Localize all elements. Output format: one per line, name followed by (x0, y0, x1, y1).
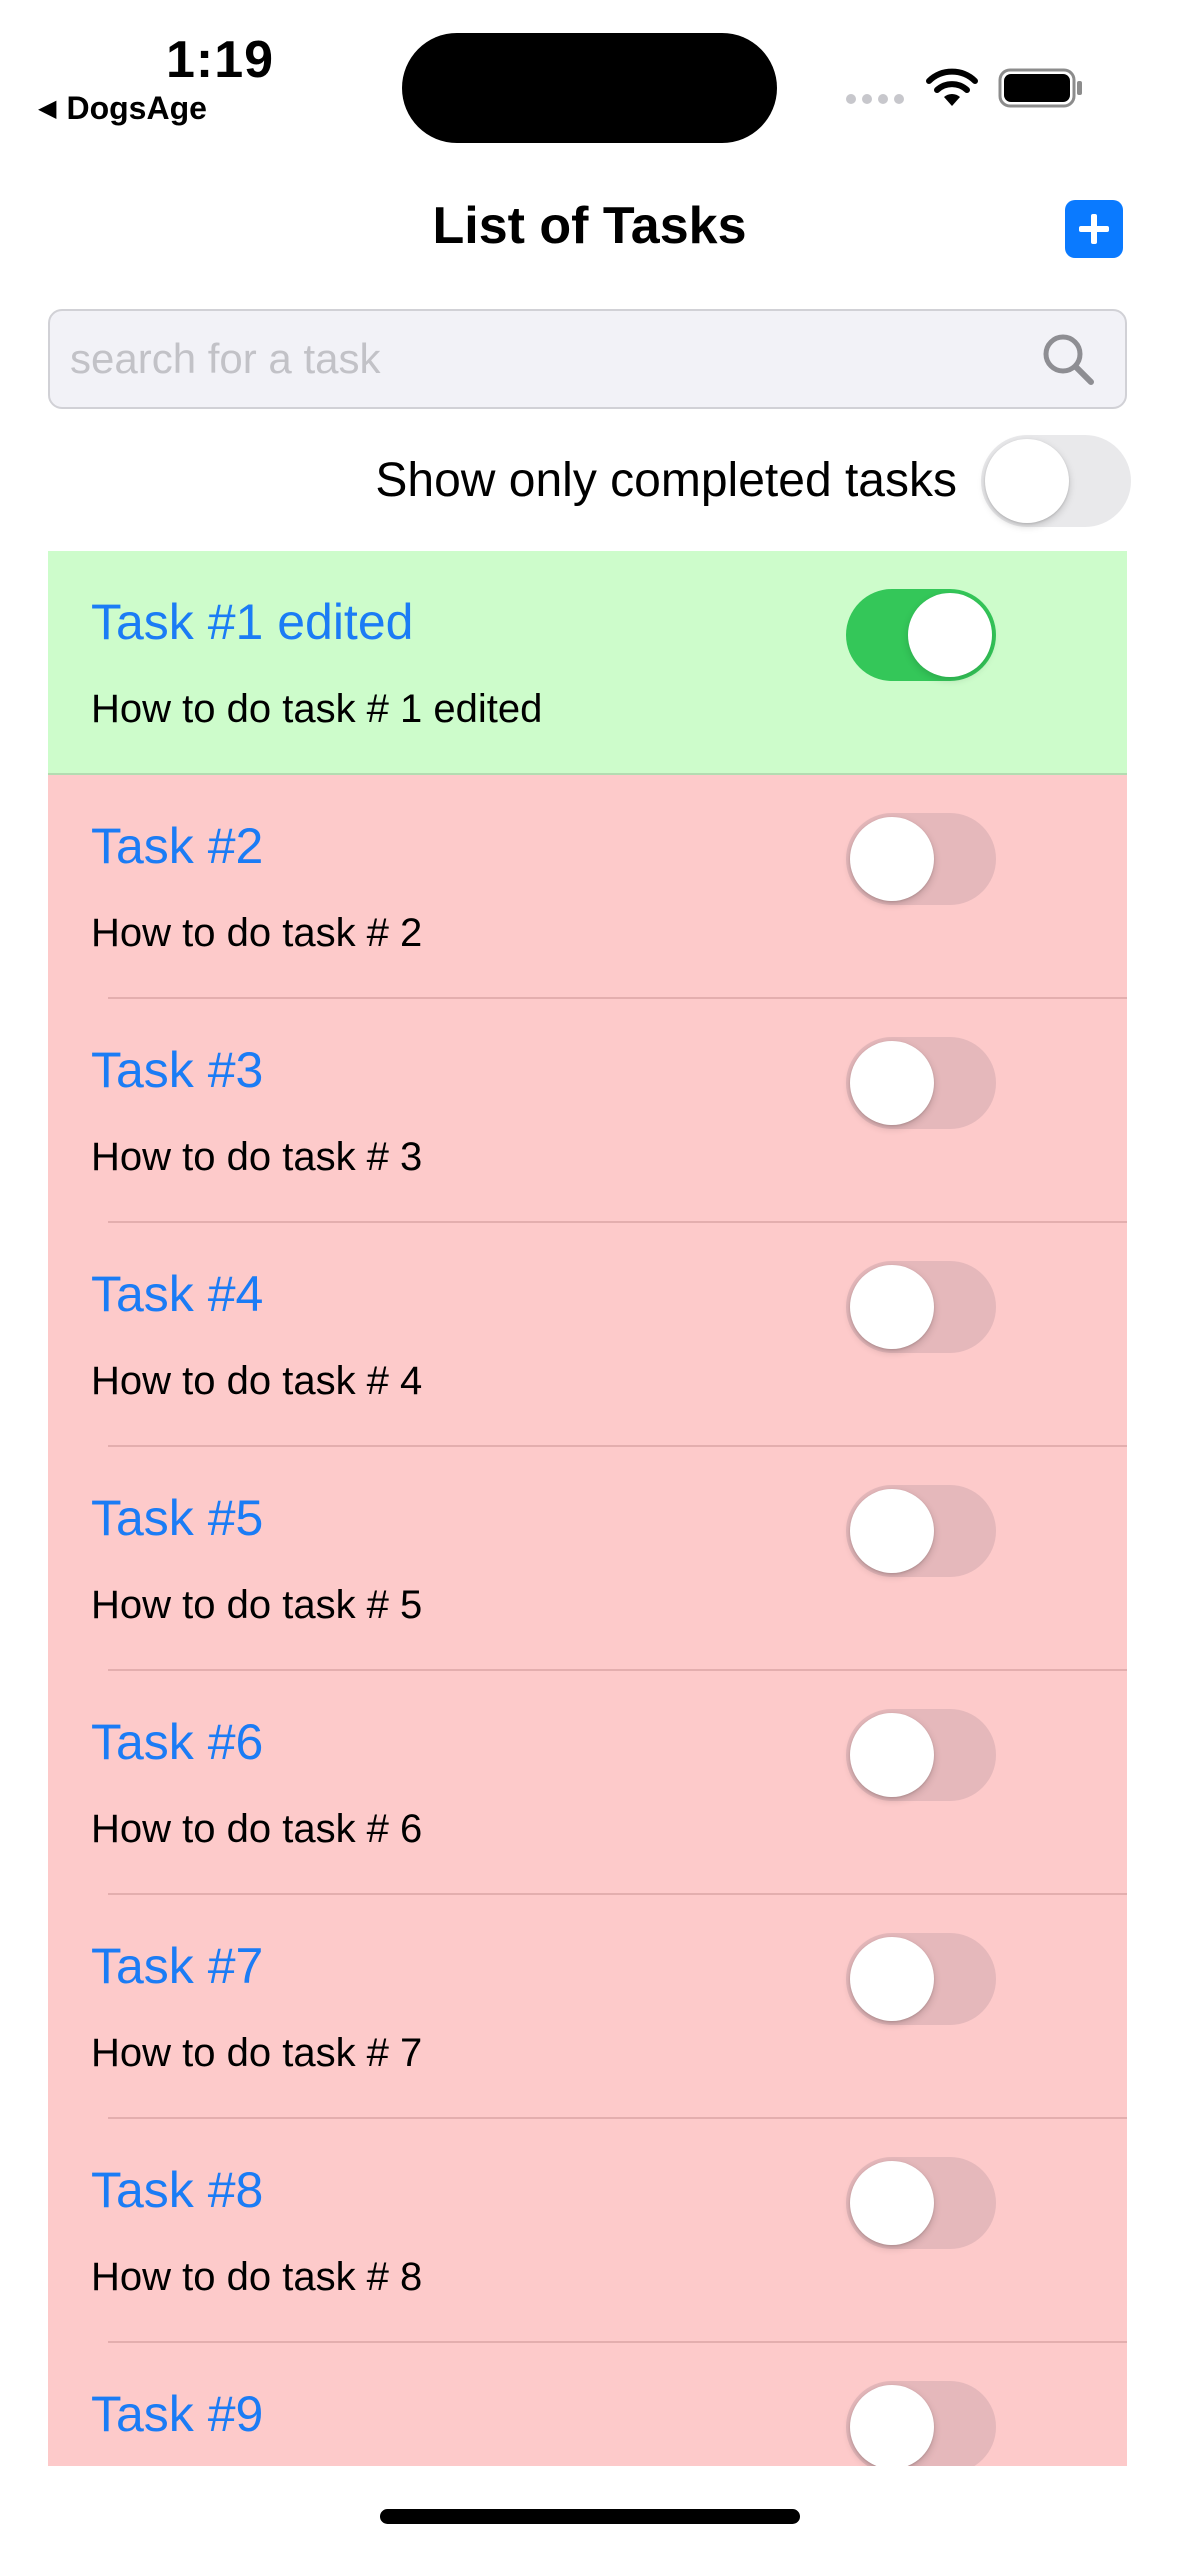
task-row[interactable]: Task #9How to do task # 9 (48, 2343, 1127, 2466)
toggle-knob (908, 593, 992, 677)
task-completed-toggle[interactable] (846, 2157, 996, 2249)
back-to-app-link[interactable]: ◀ DogsAge (38, 90, 207, 127)
home-indicator[interactable] (380, 2509, 800, 2524)
wifi-icon (926, 68, 978, 106)
task-completed-toggle[interactable] (846, 1933, 996, 2025)
task-title[interactable]: Task #1 edited (91, 593, 413, 651)
task-row[interactable]: Task #5 How to do task # 5 (48, 1447, 1127, 1671)
task-description: How to do task # 5 (91, 1583, 423, 1627)
task-title[interactable]: Task #4 (91, 1265, 263, 1323)
dynamic-island (402, 33, 777, 143)
task-completed-toggle[interactable] (846, 1261, 996, 1353)
toggle-knob (850, 1041, 934, 1125)
task-title[interactable]: Task #8 (91, 2161, 263, 2219)
add-task-button[interactable] (1065, 200, 1123, 258)
task-title[interactable]: Task #6 (91, 1713, 263, 1771)
task-list: Task #1 edited How to do task # 1 edited T… (48, 551, 1127, 2466)
search-icon[interactable] (1039, 330, 1097, 388)
task-row[interactable]: Task #7 How to do task # 7 (48, 1895, 1127, 2119)
back-app-label: DogsAge (66, 90, 207, 126)
completed-filter-toggle[interactable] (981, 435, 1131, 527)
battery-icon (998, 68, 1082, 108)
task-description: How to do task # 4 (91, 1359, 423, 1403)
toggle-knob (850, 2385, 934, 2466)
task-completed-toggle[interactable] (846, 589, 996, 681)
toggle-knob (850, 2161, 934, 2245)
toggle-knob (850, 817, 934, 901)
task-description: How to do task # 2 (91, 911, 423, 955)
cellular-signal-icon (846, 94, 904, 104)
search-input[interactable] (50, 310, 1039, 408)
plus-icon (1079, 214, 1109, 244)
task-completed-toggle[interactable] (846, 1709, 996, 1801)
task-row[interactable]: Task #3 How to do task # 3 (48, 999, 1127, 1223)
task-title[interactable]: Task #9 (91, 2385, 263, 2443)
task-row[interactable]: Task #6 How to do task # 6 (48, 1671, 1127, 1895)
task-row[interactable]: Task #4 How to do task # 4 (48, 1223, 1127, 1447)
task-row[interactable]: Task #1 edited How to do task # 1 edited (48, 551, 1127, 775)
task-title[interactable]: Task #5 (91, 1489, 263, 1547)
task-description: How to do task # 6 (91, 1807, 423, 1851)
status-time: 1:19 (166, 31, 275, 89)
task-completed-toggle[interactable] (846, 1037, 996, 1129)
toggle-knob (850, 1265, 934, 1349)
task-completed-toggle[interactable] (846, 1485, 996, 1577)
toggle-knob (850, 1713, 934, 1797)
task-title[interactable]: Task #7 (91, 1937, 263, 1995)
task-completed-toggle[interactable] (846, 813, 996, 905)
task-description: How to do task # 8 (91, 2255, 423, 2299)
task-title[interactable]: Task #2 (91, 817, 263, 875)
page-title: List of Tasks (432, 197, 747, 255)
toggle-knob (985, 439, 1069, 523)
task-description: How to do task # 1 edited (91, 687, 543, 731)
task-row[interactable]: Task #2 How to do task # 2 (48, 775, 1127, 999)
search-bar (48, 309, 1127, 409)
task-description: How to do task # 3 (91, 1135, 423, 1179)
toggle-knob (850, 1937, 934, 2021)
toggle-knob (850, 1489, 934, 1573)
task-description: How to do task # 7 (91, 2031, 423, 2075)
filter-label: Show only completed tasks (375, 454, 957, 507)
task-row[interactable]: Task #8 How to do task # 8 (48, 2119, 1127, 2343)
back-arrow-icon: ◀ (38, 95, 57, 122)
task-completed-toggle[interactable] (846, 2381, 996, 2466)
task-title[interactable]: Task #3 (91, 1041, 263, 1099)
